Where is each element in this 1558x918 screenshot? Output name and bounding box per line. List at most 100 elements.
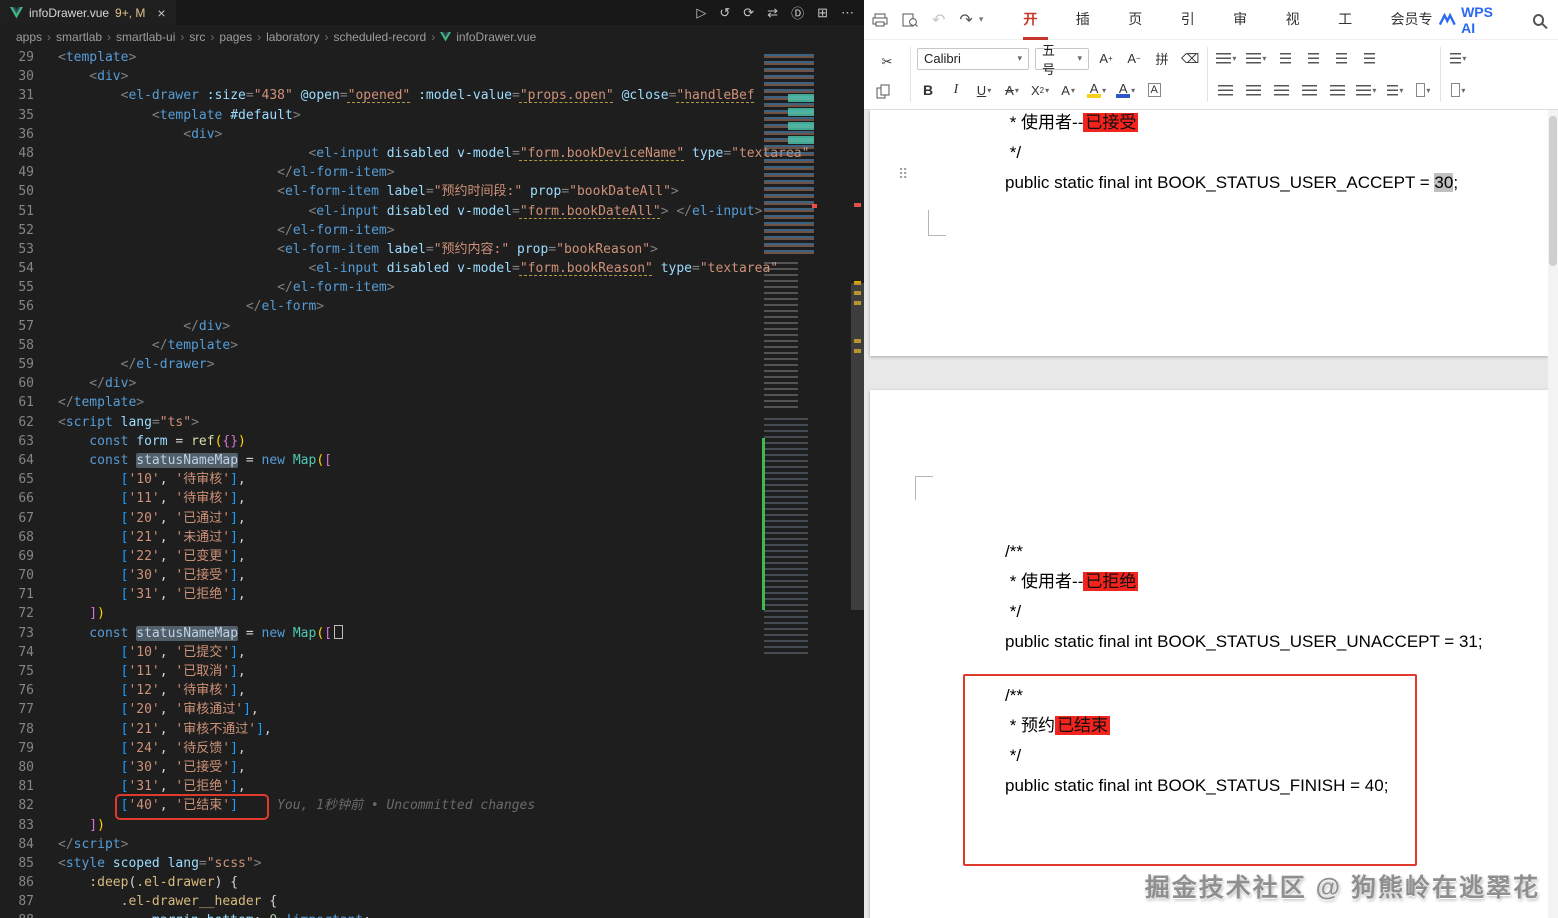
code-line[interactable]: 50 <el-form-item label="预约时间段:" prop="bo… <box>0 182 864 201</box>
code-line[interactable]: 56 </el-form> <box>0 297 864 316</box>
code-line[interactable]: 48 <el-input disabled v-model="form.book… <box>0 144 864 163</box>
breadcrumb-item-file[interactable]: infoDrawer.vue <box>456 30 536 44</box>
bold-button[interactable]: B <box>917 79 939 101</box>
line-number[interactable]: 63 <box>0 432 40 451</box>
breadcrumb-item-laboratory[interactable]: laboratory <box>266 30 319 44</box>
code-line[interactable]: 85<style scoped lang="scss"> <box>0 854 864 873</box>
tab-home[interactable]: 开始 <box>1023 0 1047 40</box>
borders-button[interactable]: ▾ <box>1412 79 1434 101</box>
numbered-list-button[interactable]: ▾ <box>1244 48 1268 70</box>
increase-indent-button[interactable] <box>1302 48 1324 70</box>
line-number[interactable]: 73 <box>0 624 40 643</box>
code-line[interactable]: 84</script> <box>0 835 864 854</box>
tab-member[interactable]: 会员专享 <box>1391 0 1440 40</box>
code-line[interactable]: 82 ['40', '已结束'] You, 1秒钟前 • Uncommitted… <box>0 796 864 815</box>
line-number[interactable]: 80 <box>0 758 40 777</box>
highlight-color-button[interactable]: A▾ <box>1085 79 1108 101</box>
code-line[interactable]: 63 const form = ref({}) <box>0 432 864 451</box>
code-line[interactable]: 69 ['22', '已变更'], <box>0 547 864 566</box>
doc-line[interactable]: */ <box>870 138 1548 168</box>
breadcrumb-item-smartlab-ui[interactable]: smartlab-ui <box>116 30 175 44</box>
code-line[interactable]: 54 <el-input disabled v-model="form.book… <box>0 259 864 278</box>
line-number[interactable]: 82 <box>0 796 40 815</box>
code-line[interactable]: 49 </el-form-item> <box>0 163 864 182</box>
document-scrollbar-thumb[interactable] <box>1549 116 1557 266</box>
code-line[interactable]: 74 ['10', '已提交'], <box>0 643 864 662</box>
breadcrumb-item-src[interactable]: src <box>189 30 205 44</box>
code-line[interactable]: 58 </template> <box>0 336 864 355</box>
copy-icon[interactable] <box>876 84 891 99</box>
code-line[interactable]: 81 ['31', '已拒绝'], <box>0 777 864 796</box>
line-number[interactable]: 77 <box>0 700 40 719</box>
line-number[interactable]: 69 <box>0 547 40 566</box>
line-number[interactable]: 30 <box>0 67 40 86</box>
split-editor-icon[interactable]: ⊞ <box>817 5 828 21</box>
document-scrollbar[interactable] <box>1548 110 1558 918</box>
line-number[interactable]: 58 <box>0 336 40 355</box>
document-page-1[interactable]: * 使用者--已接受 */public static final int BOO… <box>870 110 1548 356</box>
justify-button[interactable] <box>1298 79 1320 101</box>
page2-text-finish[interactable]: /** * 预约已结束 */public static final int BO… <box>870 681 1548 801</box>
bullet-list-button[interactable]: ▾ <box>1214 48 1238 70</box>
code-line[interactable]: 71 ['31', '已拒绝'], <box>0 585 864 604</box>
code-line[interactable]: 51 <el-input disabled v-model="form.book… <box>0 202 864 221</box>
line-number[interactable]: 55 <box>0 278 40 297</box>
cut-icon[interactable]: ✂ <box>876 51 898 73</box>
tab-tools[interactable]: 工具 <box>1338 0 1362 40</box>
code-line[interactable]: 87 .el-drawer__header { <box>0 892 864 911</box>
code-line[interactable]: 77 ['20', '审核通过'], <box>0 700 864 719</box>
line-number[interactable]: 65 <box>0 470 40 489</box>
line-number[interactable]: 84 <box>0 835 40 854</box>
breadcrumb-item-smartlab[interactable]: smartlab <box>56 30 102 44</box>
character-border-button[interactable]: A <box>1143 79 1165 101</box>
line-number[interactable]: 70 <box>0 566 40 585</box>
code-line[interactable]: 78 ['21', '审核不通过'], <box>0 720 864 739</box>
line-number[interactable]: 51 <box>0 202 40 221</box>
line-number[interactable]: 59 <box>0 355 40 374</box>
doc-line[interactable]: public static final int BOOK_STATUS_FINI… <box>870 771 1548 801</box>
font-name-select[interactable]: Calibri ▾ <box>917 48 1029 70</box>
line-number[interactable]: 61 <box>0 393 40 412</box>
font-color-button[interactable]: A▾ <box>1114 79 1137 101</box>
history-icon[interactable]: ↺ <box>719 5 730 21</box>
code-line[interactable]: 36 <div> <box>0 125 864 144</box>
redo-caret-icon[interactable]: ▾ <box>979 14 984 25</box>
shading-button[interactable]: ▾ <box>1384 79 1406 101</box>
line-number[interactable]: 74 <box>0 643 40 662</box>
close-tab-icon[interactable]: × <box>157 6 165 20</box>
redo-icon[interactable]: ↷ <box>959 10 972 30</box>
underline-button[interactable]: U▾ <box>973 79 995 101</box>
doc-line[interactable]: * 预约已结束 <box>870 711 1548 741</box>
distribute-button[interactable] <box>1326 79 1348 101</box>
format-painter-button[interactable]: ▾ <box>1447 79 1469 101</box>
code-line[interactable]: 66 ['11', '待审核'], <box>0 489 864 508</box>
line-number[interactable]: 79 <box>0 739 40 758</box>
run-icon[interactable]: ▷ <box>696 5 706 21</box>
code-line[interactable]: 60 </div> <box>0 374 864 393</box>
strikethrough-button[interactable]: A▾ <box>1001 79 1023 101</box>
align-left-button[interactable] <box>1214 79 1236 101</box>
doc-line[interactable]: public static final int BOOK_STATUS_USER… <box>870 627 1548 657</box>
line-number[interactable]: 72 <box>0 604 40 623</box>
show-marks-button[interactable] <box>1358 48 1380 70</box>
tab-page[interactable]: 页面 <box>1128 0 1152 40</box>
code-line[interactable]: 73 const statusNameMap = new Map([ <box>0 624 864 643</box>
printer-icon[interactable] <box>872 13 888 27</box>
code-line[interactable]: 53 <el-form-item label="预约内容:" prop="boo… <box>0 240 864 259</box>
line-number[interactable]: 85 <box>0 854 40 873</box>
text-effects-button[interactable]: A▾ <box>1057 79 1079 101</box>
compare-icon[interactable]: ⇄ <box>767 5 778 21</box>
line-number[interactable]: 52 <box>0 221 40 240</box>
breadcrumb-item-apps[interactable]: apps <box>16 30 42 44</box>
line-number[interactable]: 75 <box>0 662 40 681</box>
line-number[interactable]: 54 <box>0 259 40 278</box>
search-icon[interactable] <box>1533 14 1544 26</box>
line-number[interactable]: 87 <box>0 892 40 911</box>
line-number[interactable]: 56 <box>0 297 40 316</box>
align-right-button[interactable] <box>1270 79 1292 101</box>
clear-format-icon[interactable]: ⌫ <box>1179 48 1201 70</box>
code-line[interactable]: 35 <template #default> <box>0 106 864 125</box>
line-number[interactable]: 29 <box>0 48 40 67</box>
document-page-2[interactable]: /** * 使用者--已拒绝 */public static final int… <box>870 390 1548 918</box>
line-number[interactable]: 67 <box>0 509 40 528</box>
